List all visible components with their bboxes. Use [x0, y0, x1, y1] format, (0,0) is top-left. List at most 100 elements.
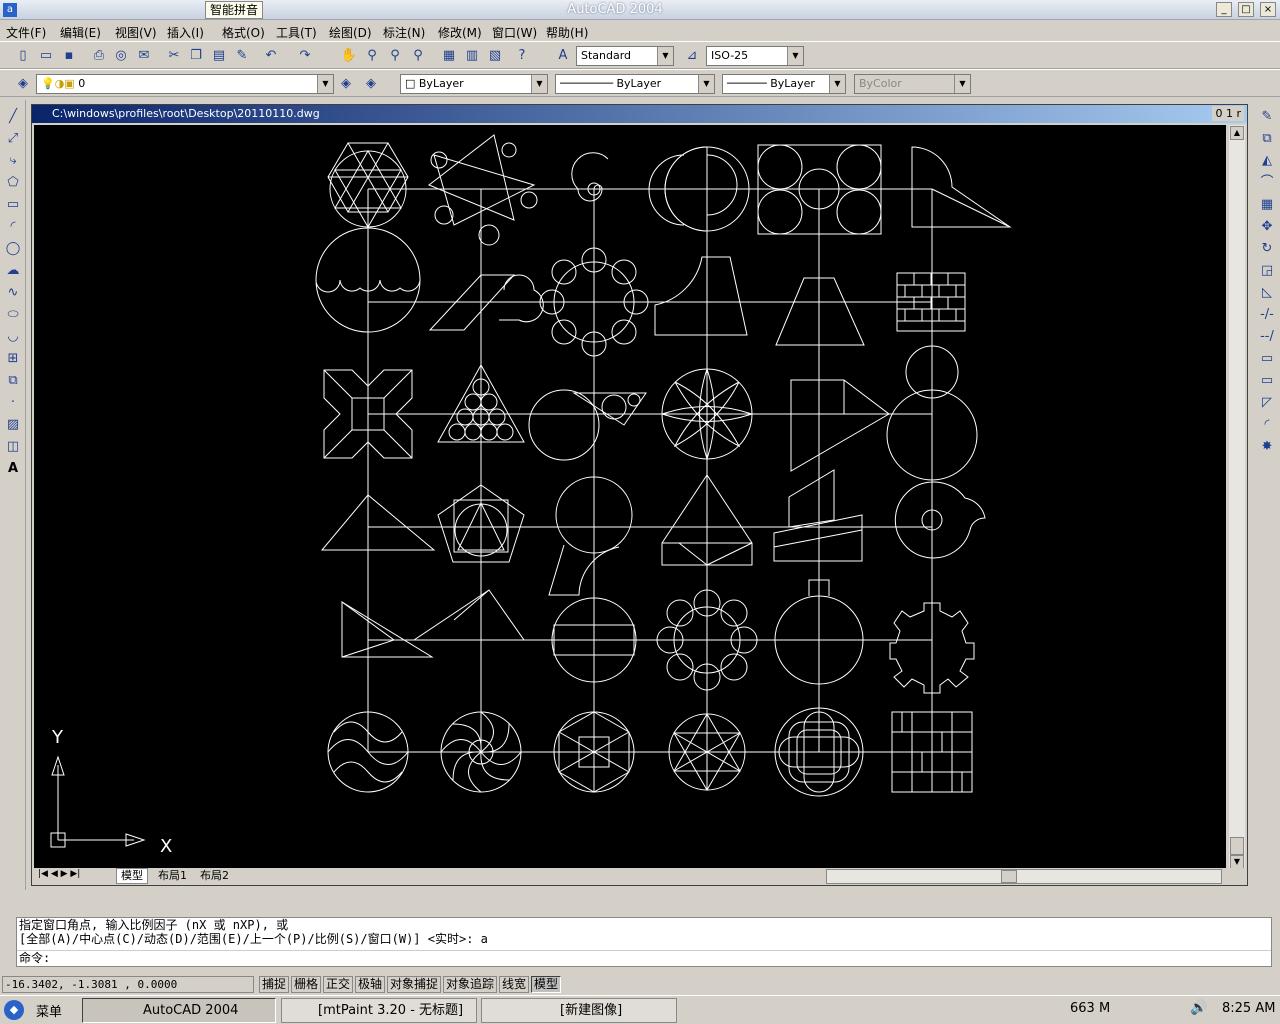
menu-edit[interactable]: 编辑(E) [60, 24, 101, 41]
fillet-icon[interactable]: ◜ [1258, 416, 1276, 434]
dim-style-icon[interactable]: ⊿ [683, 47, 701, 65]
new-icon[interactable]: ▯ [14, 47, 32, 65]
hatch-icon[interactable]: ▨ [4, 416, 22, 434]
menu-file[interactable]: 文件(F) [6, 24, 46, 41]
circle-icon[interactable]: ◯ [4, 240, 22, 258]
menu-tools[interactable]: 工具(T) [276, 24, 317, 41]
ortho-toggle[interactable]: 正交 [323, 976, 354, 993]
lineweight-toggle[interactable]: 线宽 [499, 976, 530, 993]
task-mtpaint[interactable]: [mtPaint 3.20 - 无标题] [281, 998, 477, 1023]
ellipse-icon[interactable]: ⬭ [4, 306, 22, 324]
break-icon[interactable]: ▭ [1258, 350, 1276, 368]
text-style-icon[interactable]: A [554, 47, 572, 65]
command-window[interactable]: 指定窗口角点, 输入比例因子 (nX 或 nXP), 或 [全部(A)/中心点(… [16, 917, 1272, 967]
ellipse-arc-icon[interactable]: ◡ [4, 328, 22, 346]
layer-previous-icon[interactable]: ◈ [362, 75, 380, 93]
copy-object-icon[interactable]: ⧉ [1258, 130, 1276, 148]
chevron-down-icon[interactable]: ▼ [657, 47, 673, 65]
help-icon[interactable]: ? [513, 47, 531, 65]
clock[interactable]: 8:25 AM [1222, 1001, 1275, 1016]
tool-palettes-icon[interactable]: ▧ [486, 47, 504, 65]
pan-icon[interactable]: ✋ [340, 47, 358, 65]
task-new-image[interactable]: [新建图像] [481, 998, 677, 1023]
menu-insert[interactable]: 插入(I) [167, 24, 204, 41]
print-icon[interactable]: ⎙ [90, 47, 108, 65]
array-icon[interactable]: ▦ [1258, 196, 1276, 214]
save-icon[interactable]: ▪ [60, 47, 78, 65]
osnap-toggle[interactable]: 对象捕捉 [387, 976, 442, 993]
publish-icon[interactable]: ✉ [135, 47, 153, 65]
insert-block-icon[interactable]: ⊞ [4, 350, 22, 368]
start-menu-icon[interactable]: ◆ [4, 1000, 24, 1020]
dim-style-select[interactable]: ISO-25 ▼ [706, 46, 804, 66]
menu-dimension[interactable]: 标注(N) [383, 24, 425, 41]
paste-icon[interactable]: ▤ [210, 47, 228, 65]
open-icon[interactable]: ▭ [37, 47, 55, 65]
mirror-icon[interactable]: ◭ [1258, 152, 1276, 170]
chevron-down-icon[interactable]: ▼ [317, 75, 333, 93]
chamfer-icon[interactable]: ◸ [1258, 394, 1276, 412]
menu-view[interactable]: 视图(V) [115, 24, 157, 41]
close-button[interactable]: × [1260, 2, 1276, 17]
scroll-up-icon[interactable]: ▲ [1230, 126, 1244, 140]
menu-window[interactable]: 窗口(W) [492, 24, 537, 41]
rotate-icon[interactable]: ↻ [1258, 240, 1276, 258]
text-style-select[interactable]: Standard ▼ [576, 46, 674, 66]
horizontal-scroll-thumb[interactable] [1001, 870, 1017, 883]
trim-icon[interactable]: -/- [1258, 306, 1276, 324]
grid-toggle[interactable]: 栅格 [291, 976, 322, 993]
chevron-down-icon[interactable]: ▼ [787, 47, 803, 65]
polyline-icon[interactable]: ⤷ [4, 152, 22, 170]
color-select[interactable]: □ ByLayer ▼ [400, 74, 548, 94]
menu-help[interactable]: 帮助(H) [546, 24, 588, 41]
move-icon[interactable]: ✥ [1258, 218, 1276, 236]
command-prompt[interactable]: 命令: [17, 950, 1271, 964]
stretch-icon[interactable]: ◺ [1258, 284, 1276, 302]
cut-icon[interactable]: ✂ [165, 47, 183, 65]
polar-toggle[interactable]: 极轴 [355, 976, 386, 993]
copy-icon[interactable]: ❐ [187, 47, 205, 65]
construction-line-icon[interactable]: ⤢ [4, 130, 22, 148]
volume-icon[interactable]: 🔊 [1190, 1000, 1207, 1016]
make-current-layer-icon[interactable]: ◈ [337, 75, 355, 93]
extend-icon[interactable]: --/ [1258, 328, 1276, 346]
tab-nav-arrows[interactable]: |◀ ◀ ▶ ▶| [38, 869, 80, 879]
layer-select[interactable]: 💡◑▣ 0 ▼ [36, 74, 334, 94]
minimize-button[interactable]: _ [1216, 2, 1232, 17]
revcloud-icon[interactable]: ☁ [4, 262, 22, 280]
chevron-down-icon[interactable]: ▼ [829, 75, 845, 93]
drawing-window-controls[interactable]: 0 1 r [1212, 106, 1244, 121]
redo-icon[interactable]: ↷ [296, 47, 314, 65]
linetype-select[interactable]: ──────── ByLayer ▼ [555, 74, 715, 94]
explode-icon[interactable]: ✸ [1258, 438, 1276, 456]
vertical-scroll-thumb[interactable] [1230, 837, 1244, 855]
region-icon[interactable]: ◫ [4, 438, 22, 456]
preview-icon[interactable]: ◎ [112, 47, 130, 65]
snap-toggle[interactable]: 捕捉 [259, 976, 290, 993]
arc-icon[interactable]: ◜ [4, 218, 22, 236]
zoom-window-icon[interactable]: ⚲ [386, 47, 404, 65]
tab-layout2[interactable]: 布局2 [196, 869, 233, 883]
horizontal-scrollbar[interactable] [826, 869, 1222, 884]
menu-format[interactable]: 格式(O) [222, 24, 265, 41]
task-autocad[interactable]: AutoCAD 2004 [82, 998, 276, 1023]
match-prop-icon[interactable]: ✎ [233, 47, 251, 65]
lineweight-select[interactable]: ────── ByLayer ▼ [722, 74, 846, 94]
menu-modify[interactable]: 修改(M) [438, 24, 482, 41]
otrack-toggle[interactable]: 对象追踪 [443, 976, 498, 993]
scale-icon[interactable]: ◲ [1258, 262, 1276, 280]
rectangle-icon[interactable]: ▭ [4, 196, 22, 214]
mtext-icon[interactable]: A [4, 460, 22, 478]
scroll-down-icon[interactable]: ▼ [1230, 855, 1244, 869]
undo-icon[interactable]: ↶ [262, 47, 280, 65]
chevron-down-icon[interactable]: ▼ [698, 75, 714, 93]
start-menu-label[interactable]: 菜单 [36, 1001, 62, 1020]
zoom-previous-icon[interactable]: ⚲ [409, 47, 427, 65]
drawing-canvas[interactable]: Y X [34, 125, 1226, 870]
join-icon[interactable]: ▭ [1258, 372, 1276, 390]
properties-icon[interactable]: ▦ [440, 47, 458, 65]
layer-manager-icon[interactable]: ◈ [14, 75, 32, 93]
chevron-down-icon[interactable]: ▼ [531, 75, 547, 93]
coordinates-readout[interactable]: -16.3402, -1.3081 , 0.0000 [2, 976, 254, 993]
design-center-icon[interactable]: ▥ [463, 47, 481, 65]
